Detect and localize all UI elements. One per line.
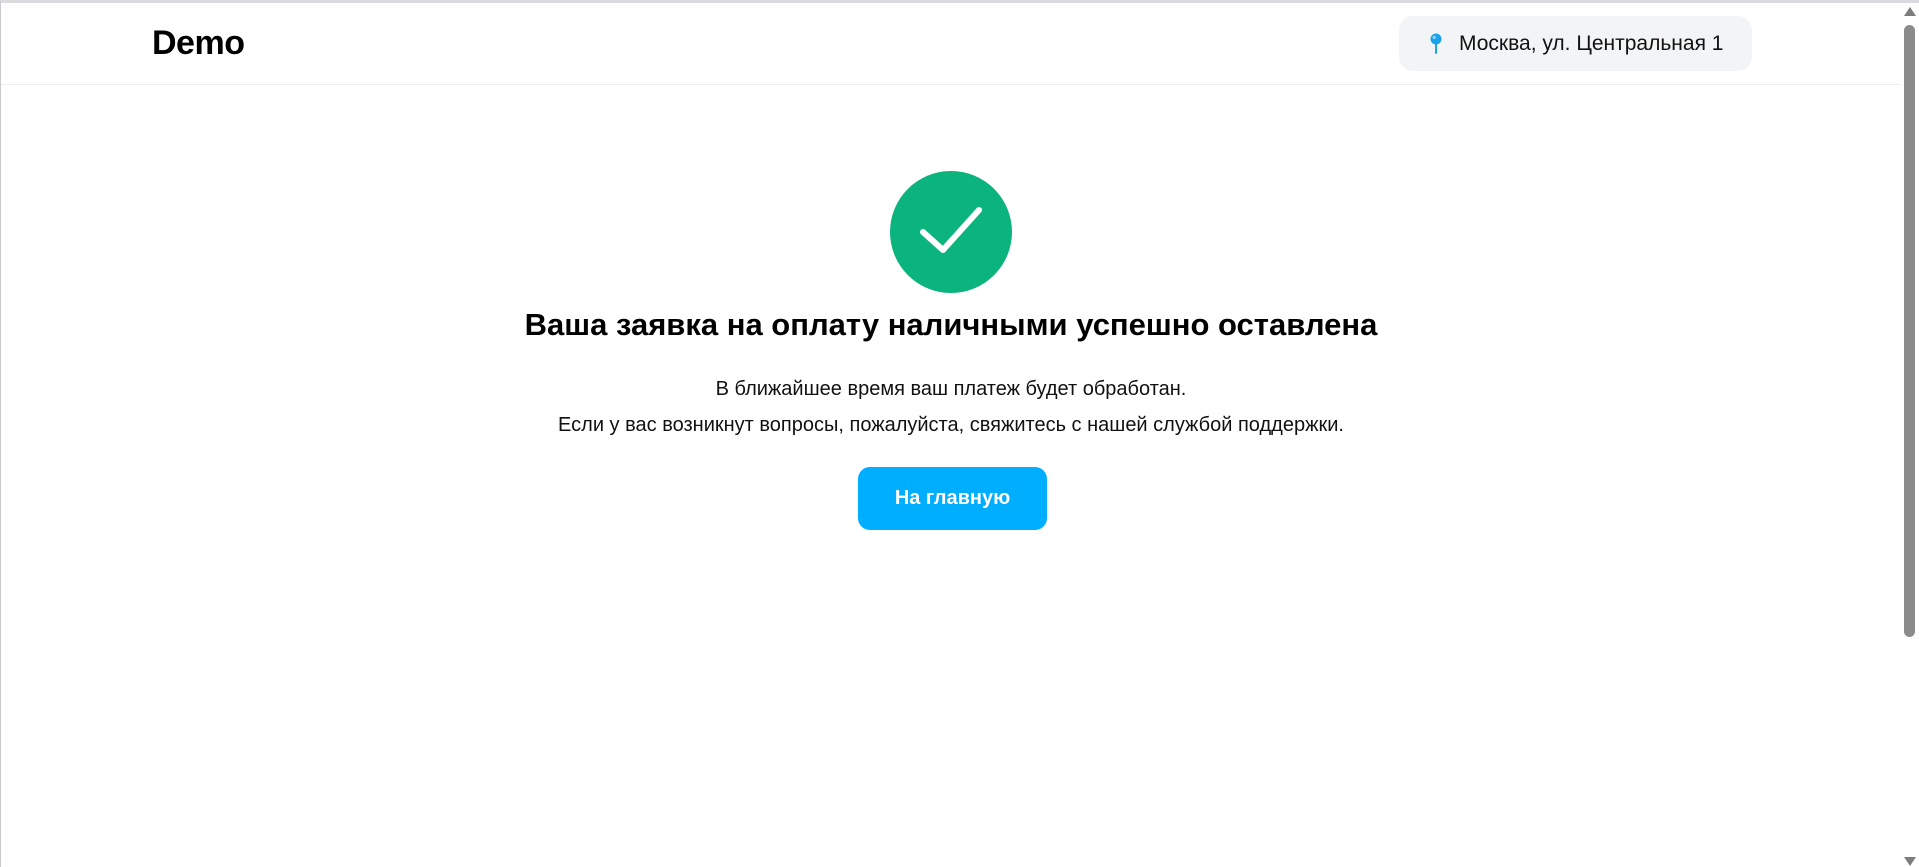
payment-success-content: Ваша заявка на оплату наличными успешно … <box>1 85 1900 867</box>
scroll-up-arrow-icon[interactable] <box>1904 7 1916 16</box>
address-label: Москва, ул. Центральная 1 <box>1459 31 1724 55</box>
checkmark-circle-icon <box>890 171 1012 293</box>
browser-viewport: Demo Москва, ул. Центральная 1 Ваша заяв… <box>0 0 1919 867</box>
site-logo[interactable]: Demo <box>152 23 245 63</box>
scrollbar-thumb[interactable] <box>1904 25 1915 637</box>
address-selector-button[interactable]: Москва, ул. Центральная 1 <box>1399 16 1752 71</box>
description-line-1: В ближайшее время ваш платеж будет обраб… <box>715 378 1187 400</box>
page-title: Ваша заявка на оплату наличными успешно … <box>524 307 1378 342</box>
home-button[interactable]: На главную <box>858 467 1047 530</box>
site-header: Demo Москва, ул. Центральная 1 <box>1 3 1900 85</box>
description-line-2: Если у вас возникнут вопросы, пожалуйста… <box>558 414 1344 436</box>
map-pin-icon <box>1429 33 1443 55</box>
vertical-scrollbar[interactable] <box>1900 3 1919 867</box>
scroll-down-arrow-icon[interactable] <box>1904 857 1916 866</box>
